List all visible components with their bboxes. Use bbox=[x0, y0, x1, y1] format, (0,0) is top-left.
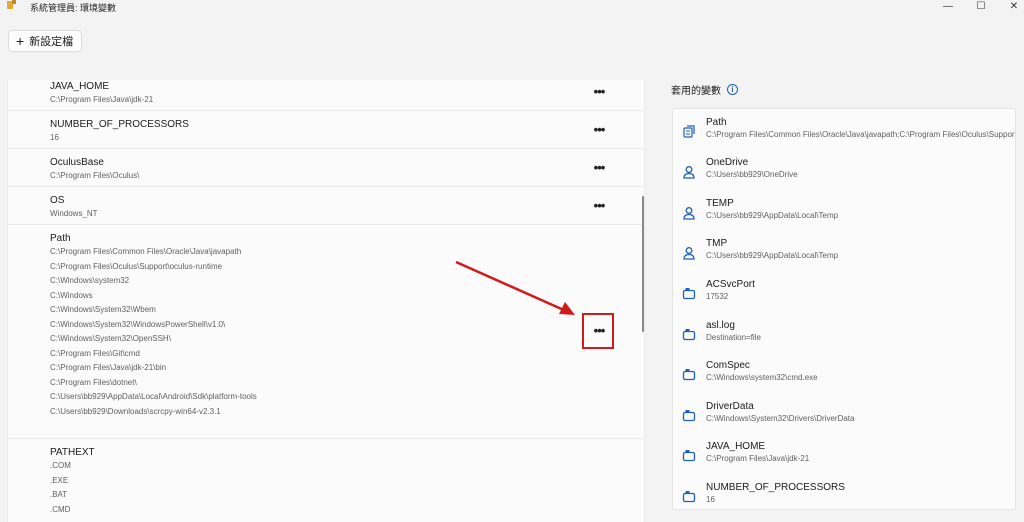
variable-name: NUMBER_OF_PROCESSORS bbox=[50, 119, 189, 130]
path-icon bbox=[683, 125, 695, 138]
path-entry: C:\Windows\System32\WindowsPowerShell\v1… bbox=[50, 319, 226, 329]
applied-value: Destination=file bbox=[706, 333, 761, 342]
applied-value: C:\Windows\System32\Drivers\DriverData bbox=[706, 414, 855, 423]
system-icon bbox=[682, 288, 696, 300]
close-button[interactable]: ✕ bbox=[1004, 0, 1024, 12]
applied-variables-header: 套用的變數 i bbox=[671, 82, 738, 97]
applied-value: C:\Program Files\Common Files\Oracle\Jav… bbox=[706, 130, 1015, 139]
applied-item-temp[interactable]: TEMP C:\Users\bb929\AppData\Local\Temp bbox=[673, 198, 1015, 238]
path-entry: C:\Program Files\Common Files\Oracle\Jav… bbox=[50, 247, 242, 256]
variable-name: Path bbox=[50, 233, 71, 244]
applied-item-tmp[interactable]: TMP C:\Users\bb929\AppData\Local\Temp bbox=[673, 238, 1015, 278]
applied-name: ACSvcPort bbox=[706, 279, 755, 290]
path-entry: C:\Windows\system32 bbox=[50, 276, 130, 285]
more-options-button[interactable]: ••• bbox=[588, 122, 610, 137]
more-options-button[interactable]: ••• bbox=[588, 160, 610, 175]
info-icon[interactable]: i bbox=[727, 84, 738, 95]
applied-item-number-of-processors[interactable]: NUMBER_OF_PROCESSORS 16 bbox=[673, 482, 1015, 509]
path-entry: C:\Windows\System32\Wbem bbox=[50, 305, 156, 314]
maximize-button[interactable]: ☐ bbox=[971, 0, 991, 12]
applied-value: C:\Users\bb929\AppData\Local\Temp bbox=[706, 251, 839, 260]
path-entry: C:\Windows bbox=[50, 290, 93, 300]
applied-item-comspec[interactable]: ComSpec C:\Windows\system32\cmd.exe bbox=[673, 360, 1015, 400]
minimize-button[interactable]: — bbox=[938, 0, 958, 12]
more-options-button[interactable]: ••• bbox=[588, 198, 610, 213]
variable-row-oculusbase[interactable]: OculusBase C:\Program Files\Oculus\ ••• bbox=[8, 149, 644, 187]
applied-item-asl-log[interactable]: asl.log Destination=file bbox=[673, 320, 1015, 360]
applied-name: TMP bbox=[706, 238, 728, 249]
system-icon bbox=[682, 491, 696, 503]
applied-name: TEMP bbox=[706, 198, 734, 209]
applied-item-acsvcport[interactable]: ACSvcPort 17532 bbox=[673, 279, 1015, 319]
applied-name: Path bbox=[706, 117, 727, 128]
pathext-entry: .EXE bbox=[50, 475, 69, 485]
window-title: 系統管理員: 環境變數 bbox=[30, 3, 117, 13]
path-entry: C:\Users\bb929\AppData\Local\Android\Sdk… bbox=[50, 392, 257, 401]
variable-name: OS bbox=[50, 195, 65, 206]
applied-variables-list: Path C:\Program Files\Common Files\Oracl… bbox=[672, 108, 1016, 510]
path-entry: C:\Windows\System32\OpenSSH\ bbox=[50, 334, 171, 343]
scrollbar-thumb[interactable] bbox=[642, 196, 644, 332]
variable-row-path[interactable]: Path C:\Program Files\Common Files\Oracl… bbox=[8, 225, 644, 439]
path-entry: C:\Program Files\dotnet\ bbox=[50, 377, 137, 387]
applied-name: ComSpec bbox=[706, 360, 750, 371]
variable-row-number-of-processors[interactable]: NUMBER_OF_PROCESSORS 16 ••• bbox=[8, 111, 644, 149]
variable-row-os[interactable]: OS Windows_NT ••• bbox=[8, 187, 644, 225]
applied-name: JAVA_HOME bbox=[706, 441, 766, 452]
applied-item-driverdata[interactable]: DriverData C:\Windows\System32\Drivers\D… bbox=[673, 401, 1015, 441]
applied-value: C:\Users\bb929\OneDrive bbox=[706, 170, 798, 179]
variable-list: JAVA_HOME C:\Program Files\Java\jdk-21 •… bbox=[7, 80, 645, 522]
variable-row-java-home[interactable]: JAVA_HOME C:\Program Files\Java\jdk-21 •… bbox=[8, 80, 644, 111]
path-entry: C:\Program Files\Git\cmd bbox=[50, 348, 140, 358]
system-icon bbox=[682, 329, 696, 341]
applied-value: 17532 bbox=[706, 292, 729, 301]
applied-name: asl.log bbox=[706, 320, 735, 331]
system-icon bbox=[682, 369, 696, 381]
user-icon bbox=[683, 247, 695, 260]
applied-value: C:\Users\bb929\AppData\Local\Temp bbox=[706, 211, 839, 220]
applied-name: OneDrive bbox=[706, 157, 749, 168]
variable-name: PATHEXT bbox=[50, 447, 95, 458]
plus-icon: + bbox=[16, 33, 25, 49]
user-icon bbox=[683, 207, 695, 220]
applied-item-path[interactable]: Path C:\Program Files\Common Files\Oracl… bbox=[673, 117, 1015, 157]
variable-value: Windows_NT bbox=[50, 209, 98, 218]
variable-value: C:\Program Files\Java\jdk-21 bbox=[50, 95, 154, 104]
pathext-entry: .BAT bbox=[50, 490, 68, 499]
pathext-entry: .COM bbox=[50, 461, 71, 470]
system-icon bbox=[682, 450, 696, 462]
system-icon bbox=[682, 410, 696, 422]
variable-value: 16 bbox=[50, 133, 59, 142]
tool-icon bbox=[7, 0, 16, 9]
path-entry: C:\Program Files\Oculus\Support\oculus-r… bbox=[50, 261, 223, 271]
variable-row-pathext[interactable]: PATHEXT .COM .EXE .BAT .CMD bbox=[8, 439, 644, 522]
pathext-entry: .CMD bbox=[50, 504, 71, 514]
applied-item-onedrive[interactable]: OneDrive C:\Users\bb929\OneDrive bbox=[673, 157, 1015, 197]
applied-value: C:\Windows\system32\cmd.exe bbox=[706, 373, 818, 382]
variable-name: OculusBase bbox=[50, 157, 104, 168]
new-profile-label: 新設定檔 bbox=[29, 36, 74, 48]
applied-name: NUMBER_OF_PROCESSORS bbox=[706, 482, 845, 493]
annotation-highlight-box bbox=[582, 313, 614, 349]
more-options-button[interactable]: ••• bbox=[588, 84, 610, 99]
applied-variables-title: 套用的變數 bbox=[671, 86, 721, 97]
variable-name: JAVA_HOME bbox=[50, 81, 110, 92]
applied-value: C:\Program Files\Java\jdk-21 bbox=[706, 454, 810, 463]
title-bar: 系統管理員: 環境變數 — ☐ ✕ bbox=[0, 0, 1024, 14]
applied-item-java-home[interactable]: JAVA_HOME C:\Program Files\Java\jdk-21 bbox=[673, 441, 1015, 481]
user-icon bbox=[683, 166, 695, 179]
applied-name: DriverData bbox=[706, 401, 754, 412]
new-profile-button[interactable]: + 新設定檔 bbox=[8, 30, 82, 52]
applied-value: 16 bbox=[706, 495, 715, 504]
path-entry: C:\Program Files\Java\jdk-21\bin bbox=[50, 363, 167, 372]
path-entry: C:\Users\bb929\Downloads\scrcpy-win64-v2… bbox=[50, 406, 221, 416]
variable-value: C:\Program Files\Oculus\ bbox=[50, 171, 140, 180]
